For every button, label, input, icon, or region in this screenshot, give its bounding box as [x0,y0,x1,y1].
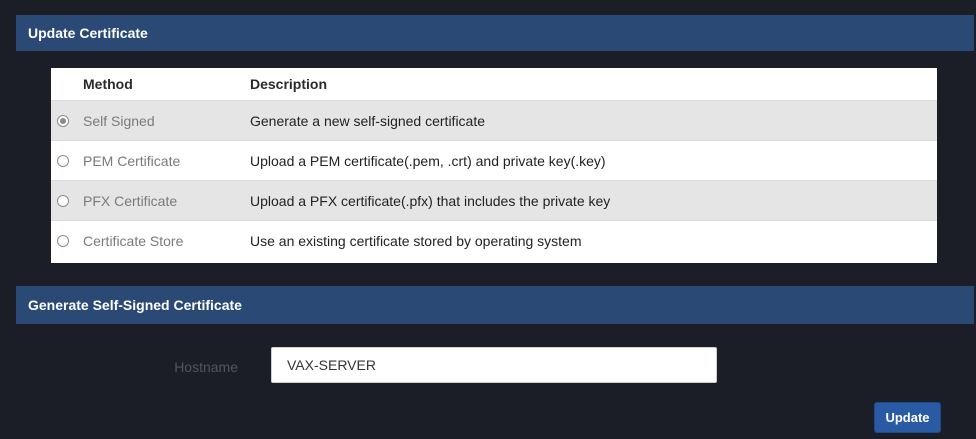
method-description: Use an existing certificate stored by op… [250,232,582,249]
generate-certificate-header: Generate Self-Signed Certificate [16,286,974,324]
radio-pem-certificate[interactable] [57,154,69,167]
method-row-pfx-certificate[interactable]: PFX Certificate Upload a PFX certificate… [51,180,937,220]
method-description: Generate a new self-signed certificate [250,112,486,129]
method-label: Self Signed [83,112,155,129]
hostname-input[interactable] [271,347,717,383]
method-label: PEM Certificate [83,152,181,169]
method-description: Upload a PFX certificate(.pfx) that incl… [250,192,611,209]
radio-pfx-certificate[interactable] [57,194,69,207]
table-header: Method Description [51,68,937,100]
section-title: Generate Self-Signed Certificate [28,297,242,313]
method-row-pem-certificate[interactable]: PEM Certificate Upload a PEM certificate… [51,140,937,180]
radio-self-signed[interactable] [57,114,69,127]
radio-certificate-store[interactable] [57,234,69,247]
method-table: Method Description Self Signed Generate … [51,68,937,263]
method-row-certificate-store[interactable]: Certificate Store Use an existing certif… [51,220,937,260]
method-label: Certificate Store [83,232,184,249]
hostname-label: Hostname [174,359,238,375]
method-label: PFX Certificate [83,192,178,209]
update-certificate-header: Update Certificate [16,15,974,51]
column-header-description: Description [250,76,328,92]
update-button[interactable]: Update [874,402,941,433]
section-title: Update Certificate [28,25,148,41]
method-row-self-signed[interactable]: Self Signed Generate a new self-signed c… [51,100,937,140]
column-header-method: Method [83,76,133,92]
method-description: Upload a PEM certificate(.pem, .crt) and… [250,152,606,169]
